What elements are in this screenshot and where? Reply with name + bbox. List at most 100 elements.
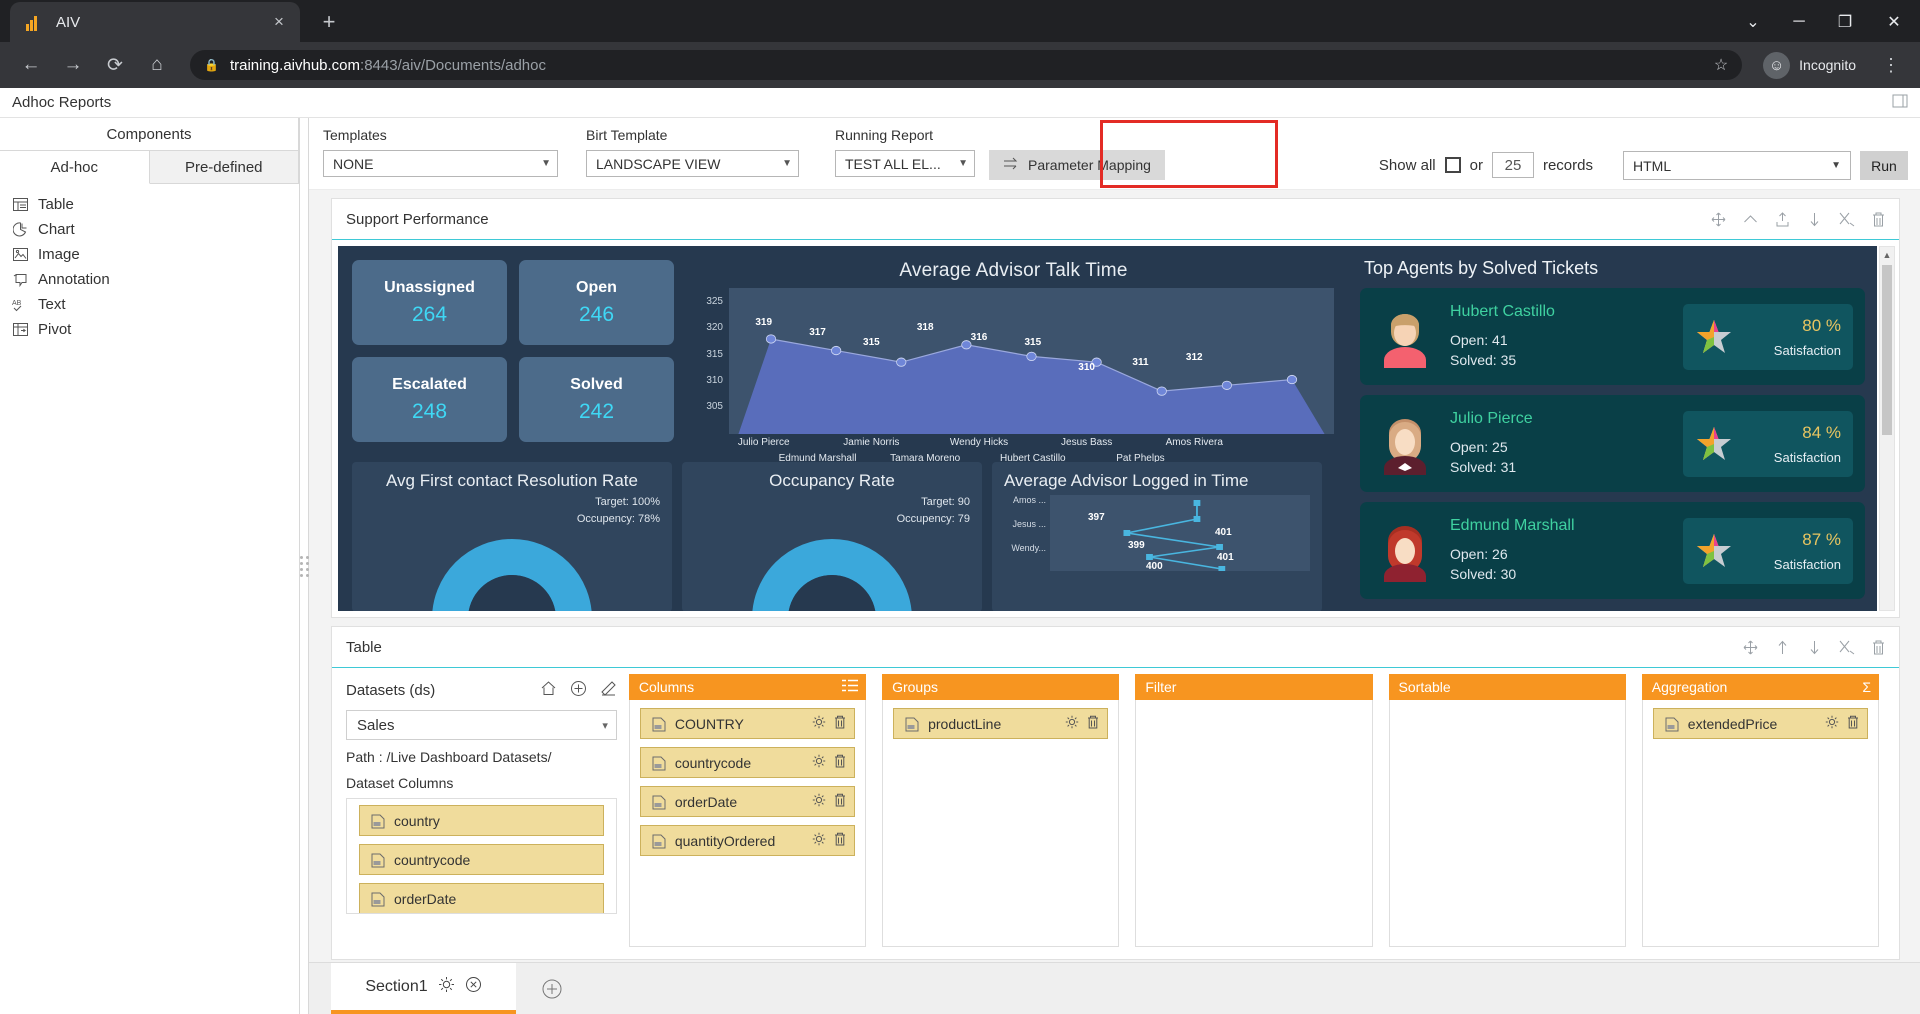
home-icon[interactable] — [540, 680, 557, 701]
sidebar-item-label: Annotation — [38, 271, 110, 288]
bucket-body[interactable] — [1388, 700, 1626, 947]
logged-in-plot: 397 401 399 401 400 — [1050, 495, 1310, 572]
components-header: Components — [0, 118, 299, 151]
dashboard-widget-title: Support Performance — [346, 210, 489, 228]
window-close-button[interactable]: ✕ — [1868, 2, 1920, 42]
tab-predefined[interactable]: Pre-defined — [149, 151, 299, 183]
chart-x-label: Julio Pierce — [737, 437, 790, 448]
card-target: Target: 100% — [595, 496, 660, 508]
gear-icon[interactable] — [1065, 715, 1079, 732]
bucket-chip[interactable]: extendedPrice — [1652, 708, 1869, 739]
records-input[interactable]: 25 — [1491, 152, 1534, 178]
browser-tab[interactable]: AIV × — [10, 2, 300, 42]
delete-icon[interactable] — [1870, 211, 1887, 228]
bucket-title: Filter — [1145, 679, 1177, 695]
chart-y-axis: 305 310 315 320 325 — [693, 292, 723, 417]
bucket-body[interactable]: productLine — [882, 700, 1120, 947]
agent-card: Edmund Marshall Open: 26 Solved: 30 87 %… — [1360, 502, 1865, 599]
bucket-chip[interactable]: countrycode — [639, 747, 856, 778]
move-icon[interactable] — [1710, 211, 1727, 228]
gear-icon[interactable] — [812, 754, 826, 771]
delete-icon[interactable] — [834, 715, 846, 732]
dataset-select[interactable]: Sales ▾ — [346, 710, 617, 740]
close-icon[interactable]: × — [268, 11, 290, 33]
sidebar-item-table[interactable]: Table — [12, 192, 299, 217]
chevron-down-icon: ▼ — [958, 158, 968, 169]
gear-icon[interactable] — [812, 715, 826, 732]
panel-resize-handle[interactable] — [299, 118, 309, 1014]
settings-tools-icon[interactable] — [1838, 211, 1855, 228]
gear-icon[interactable] — [1825, 715, 1839, 732]
delete-icon[interactable] — [1870, 639, 1887, 656]
templates-select[interactable]: NONE ▼ — [323, 150, 558, 177]
delete-icon[interactable] — [1087, 715, 1099, 732]
delete-icon[interactable] — [834, 832, 846, 849]
maximize-button[interactable]: ❐ — [1822, 2, 1868, 42]
bucket-body[interactable]: extendedPrice — [1641, 700, 1880, 947]
scrollbar-thumb[interactable] — [1882, 265, 1892, 435]
delete-icon[interactable] — [834, 754, 846, 771]
minimize-button[interactable]: ─ — [1776, 2, 1822, 42]
chart-data-label: 318 — [916, 322, 934, 333]
output-format-select[interactable]: HTML ▼ — [1623, 151, 1851, 180]
parameter-mapping-label: Parameter Mapping — [1028, 157, 1151, 173]
panel-toggle-icon[interactable] — [1892, 93, 1908, 113]
address-bar[interactable]: 🔒 training.aivhub.com:8443/aiv/Documents… — [190, 50, 1743, 80]
parameter-mapping-button[interactable]: Parameter Mapping — [989, 150, 1165, 180]
close-circle-icon[interactable] — [465, 976, 482, 998]
dataset-column-chip[interactable]: orderDate — [359, 883, 604, 913]
tab-adhoc[interactable]: Ad-hoc — [0, 151, 150, 184]
bookmark-star-icon[interactable]: ☆ — [1714, 55, 1728, 75]
gear-icon[interactable] — [812, 793, 826, 810]
forward-icon[interactable]: → — [56, 48, 90, 82]
browser-menu-icon[interactable]: ⋮ — [1876, 48, 1906, 82]
move-down-icon[interactable] — [1806, 639, 1823, 656]
show-all-checkbox[interactable] — [1444, 157, 1461, 173]
sigma-icon[interactable]: Σ — [1862, 679, 1871, 695]
dataset-column-chip[interactable]: country — [359, 805, 604, 836]
move-down-icon[interactable] — [1806, 211, 1823, 228]
sidebar-item-text[interactable]: AB Text — [12, 292, 299, 317]
table-widget: Table Datasets (ds) Sales ▾ Path: /Live… — [331, 626, 1900, 960]
running-report-select[interactable]: TEST ALL EL... ▼ — [835, 150, 975, 177]
bucket-body[interactable] — [1135, 700, 1373, 947]
list-icon[interactable] — [842, 679, 859, 695]
sidebar-item-chart[interactable]: Chart — [12, 217, 299, 242]
move-icon[interactable] — [1742, 639, 1759, 656]
new-tab-button[interactable]: + — [312, 5, 346, 39]
settings-tools-icon[interactable] — [1838, 639, 1855, 656]
agent-open: Open: 26 — [1450, 545, 1508, 562]
bucket-chip[interactable]: quantityOrdered — [639, 825, 856, 856]
bucket-chip[interactable]: productLine — [893, 708, 1109, 739]
edit-icon[interactable] — [600, 680, 617, 701]
sidebar-item-annotation[interactable]: Annotation — [12, 267, 299, 292]
scroll-up-icon[interactable]: ▲ — [1880, 247, 1894, 262]
bucket-body[interactable]: COUNTRY countrycode orderDate quantityOr… — [628, 700, 867, 947]
sidebar-item-pivot[interactable]: Pivot — [12, 317, 299, 342]
bucket-chip[interactable]: orderDate — [639, 786, 856, 817]
dataset-column-chip[interactable]: countrycode — [359, 844, 604, 875]
run-button[interactable]: Run — [1860, 151, 1908, 180]
chip-actions — [812, 832, 846, 849]
export-icon[interactable] — [1774, 211, 1791, 228]
delete-icon[interactable] — [1847, 715, 1859, 732]
back-icon[interactable]: ← — [14, 48, 48, 82]
reload-icon[interactable]: ⟳ — [98, 48, 132, 82]
delete-icon[interactable] — [834, 793, 846, 810]
profile-incognito-button[interactable]: ☺ Incognito — [1758, 48, 1868, 83]
chip-actions — [1825, 715, 1859, 732]
collapse-up-icon[interactable] — [1742, 211, 1759, 228]
gear-icon[interactable] — [812, 832, 826, 849]
birt-template-select[interactable]: LANDSCAPE VIEW ▼ — [586, 150, 799, 177]
dashboard-scrollbar[interactable]: ▲ — [1879, 246, 1895, 611]
section-tab[interactable]: Section1 — [331, 963, 516, 1014]
collapse-up-icon[interactable] — [1774, 639, 1791, 656]
axis-tick: 315 — [706, 348, 723, 360]
chevron-down-icon[interactable]: ⌄ — [1730, 2, 1776, 42]
add-icon[interactable] — [570, 680, 587, 701]
sidebar-item-image[interactable]: Image — [12, 242, 299, 267]
home-icon[interactable]: ⌂ — [140, 48, 174, 82]
add-section-icon[interactable] — [516, 963, 588, 1014]
gear-icon[interactable] — [438, 976, 455, 998]
bucket-chip[interactable]: COUNTRY — [639, 708, 856, 739]
